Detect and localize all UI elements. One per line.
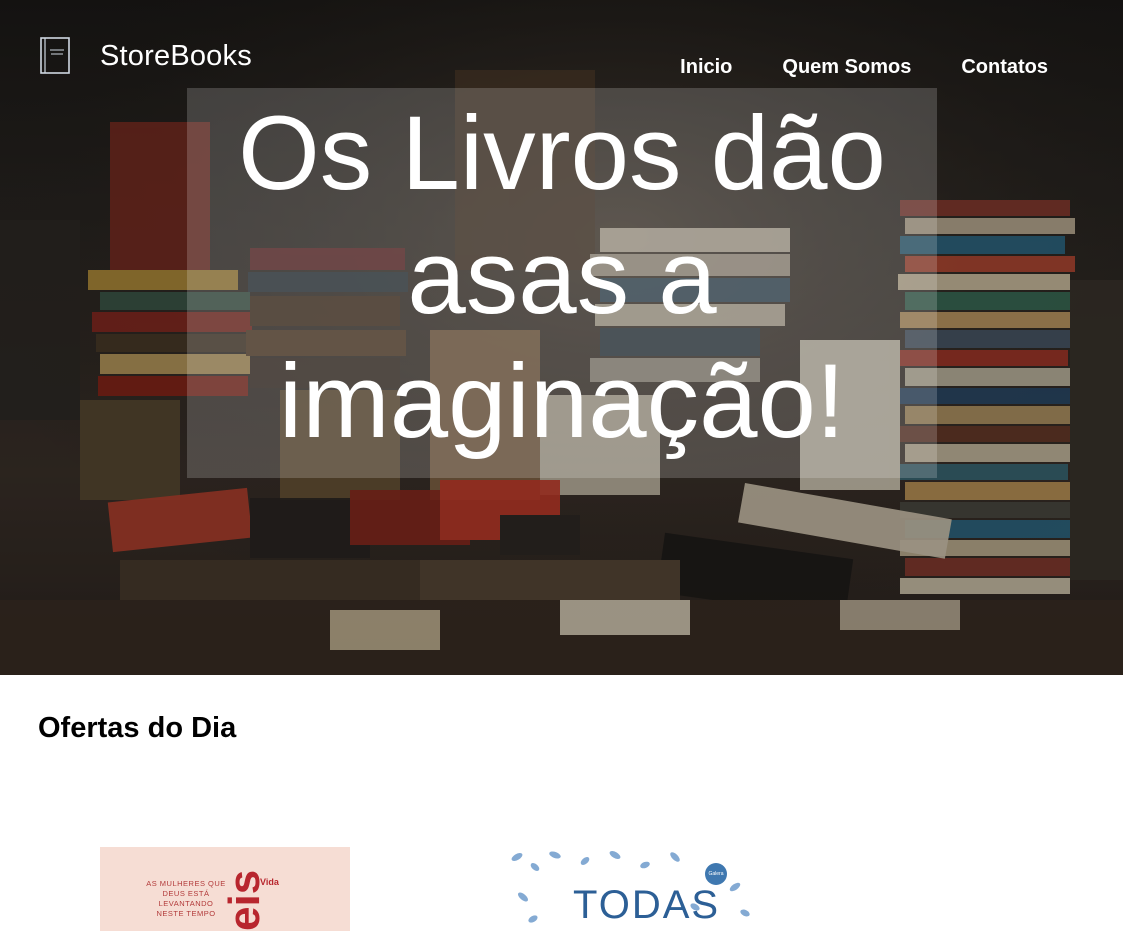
offer-book-cover[interactable]: TODAS Galera: [505, 847, 755, 931]
hero-headline: Os Livros dão asas a imaginação!: [187, 92, 937, 464]
book-cover-title: TODAS: [573, 883, 721, 927]
hero-banner: StoreBooks Inicio Quem Somos Contatos Os…: [0, 0, 1123, 675]
offers-title: Ofertas do Dia: [38, 712, 237, 744]
offer-book-cover[interactable]: AS MULHERES QUE DEUS ESTÁ LEVANTANDO NES…: [100, 847, 350, 931]
main-nav: Inicio Quem Somos Contatos: [630, 56, 1048, 79]
publisher-logo: Vida: [260, 877, 279, 887]
nav-item-contatos[interactable]: Contatos: [961, 56, 1048, 79]
book-cover-subtitle: AS MULHERES QUE DEUS ESTÁ LEVANTANDO NES…: [146, 879, 226, 918]
headline-line-2: asas a: [407, 219, 717, 336]
publisher-logo: Galera: [705, 863, 727, 885]
nav-item-inicio[interactable]: Inicio: [680, 56, 732, 79]
book-icon: [40, 37, 70, 74]
headline-line-3: imaginação!: [278, 343, 846, 460]
nav-item-quem-somos[interactable]: Quem Somos: [782, 56, 911, 79]
brand[interactable]: StoreBooks: [38, 36, 252, 76]
brand-name: StoreBooks: [100, 39, 252, 72]
headline-line-1: Os Livros dão: [238, 95, 886, 212]
